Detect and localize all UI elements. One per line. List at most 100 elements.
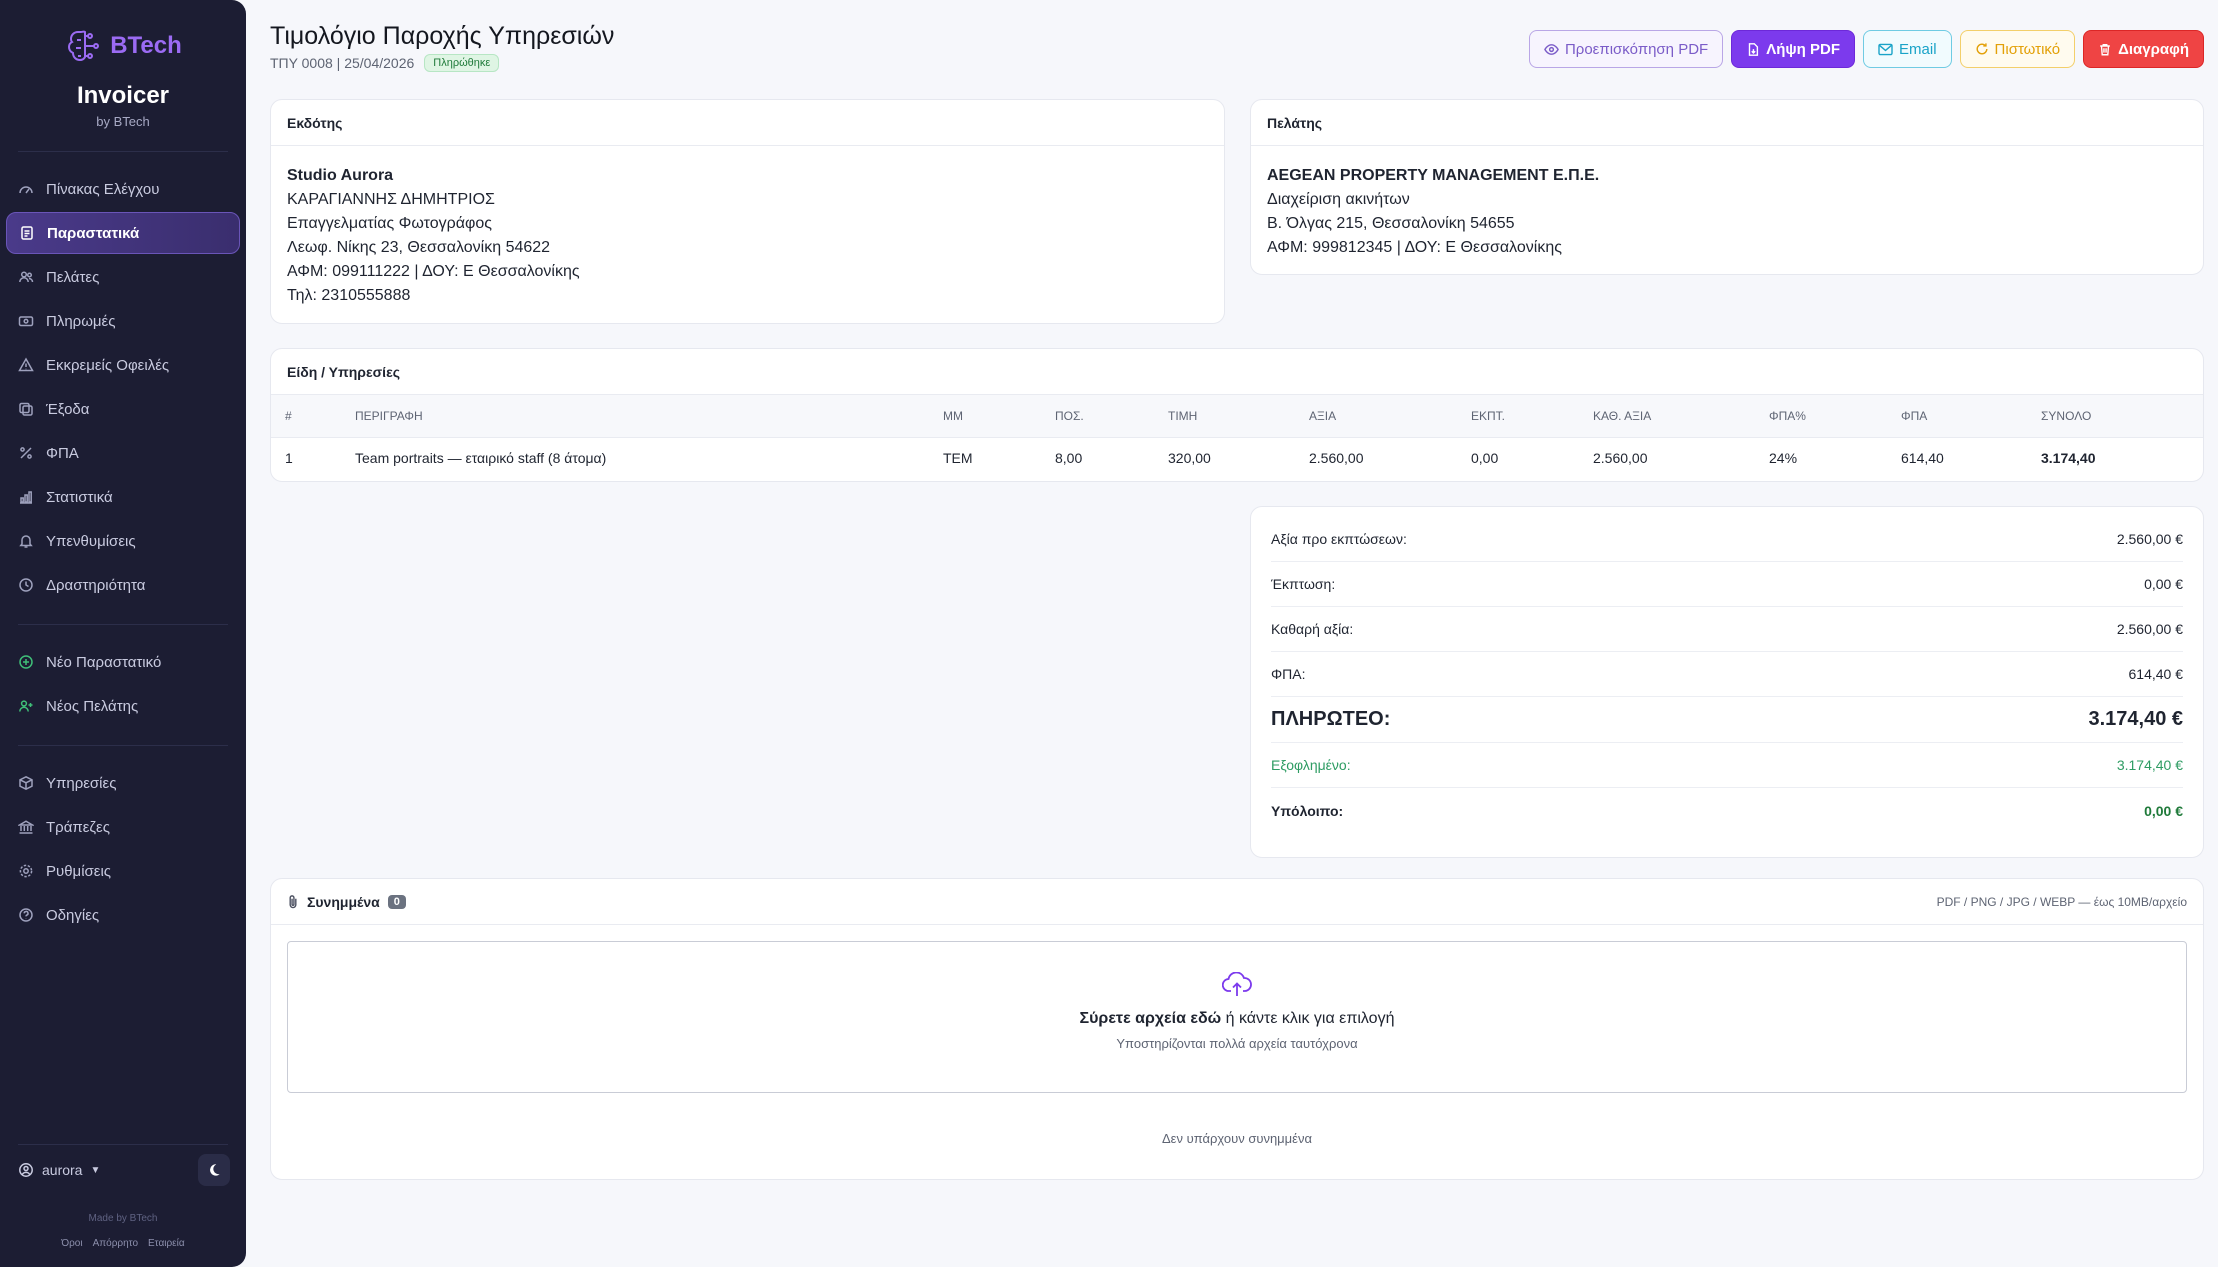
col-index: # — [271, 395, 341, 438]
client-line: Διαχείριση ακινήτων — [1267, 191, 1410, 208]
cell-vat-rate: 24% — [1769, 450, 1798, 467]
sidebar-item-new-client[interactable]: Νέος Πελάτης — [6, 685, 240, 727]
dropzone-subtext: Υποστηρίζονται πολλά αρχεία ταυτόχρονα — [1116, 1036, 1358, 1051]
user-plus-icon — [18, 698, 34, 714]
sidebar-footer: aurora ▼ Made by BTech Όροι Απόρρητο Ετα… — [0, 1144, 246, 1267]
col-vat-rate: ΦΠΑ% — [1755, 395, 1887, 438]
cell-quantity: 8,00 — [1055, 450, 1083, 467]
client-card: Πελάτης AEGEAN PROPERTY MANAGEMENT Ε.Π.Ε… — [1250, 99, 2204, 275]
attachments-heading: Συνημμένα — [307, 893, 380, 910]
theme-toggle-button[interactable] — [198, 1154, 230, 1186]
issuer-line: ΑΦΜ: 099111222 | ΔΟΥ: Ε Θεσσαλονίκης — [287, 263, 580, 280]
sidebar-item-reminders[interactable]: Υπενθυμίσεις — [6, 520, 240, 562]
client-line: ΑΦΜ: 999812345 | ΔΟΥ: Ε Θεσσαλονίκης — [1267, 239, 1562, 256]
totals-value: 0,00 € — [2144, 576, 2183, 592]
user-menu[interactable]: aurora ▼ — [18, 1162, 100, 1178]
help-icon — [18, 907, 34, 923]
sidebar-item-guide[interactable]: Οδηγίες — [6, 894, 240, 936]
col-discount: ΕΚΠΤ. — [1457, 395, 1579, 438]
col-quantity: ΠΟΣ. — [1041, 395, 1154, 438]
totals-row-balance: Υπόλοιπο: 0,00 € — [1271, 788, 2183, 833]
totals-label: Εξοφλημένο: — [1271, 757, 1351, 773]
items-card: Είδη / Υπηρεσίες # ΠΕΡΙΓΡΑΦΗ ΜΜ ΠΟΣ. ΤΙΜ… — [270, 348, 2204, 482]
totals-label: Υπόλοιπο: — [1271, 802, 1344, 819]
sidebar-item-stats[interactable]: Στατιστικά — [6, 476, 240, 518]
sidebar-item-clients[interactable]: Πελάτες — [6, 256, 240, 298]
delete-button[interactable]: Διαγραφή — [2083, 30, 2204, 68]
cell-price: 320,00 — [1168, 450, 1211, 467]
attachments-card: Συνημμένα 0 PDF / PNG / JPG / WEBP — έως… — [270, 878, 2204, 1180]
page-header: Τιμολόγιο Παροχής Υπηρεσιών ΤΠΥ 0008 | 2… — [270, 0, 2204, 88]
download-pdf-button[interactable]: Λήψη PDF — [1731, 30, 1856, 68]
empty-attachments-text: Δεν υπάρχουν συνημμένα — [1162, 1131, 1312, 1146]
caret-down-icon: ▼ — [90, 1164, 101, 1176]
attachments-format-hint: PDF / PNG / JPG / WEBP — έως 10MB/αρχείο — [1936, 894, 2187, 909]
client-line: Β. Όλγας 215, Θεσσαλονίκη 54655 — [1267, 215, 1515, 232]
document-number-date: ΤΠΥ 0008 | 25/04/2026 — [270, 55, 415, 71]
totals-row-discount: Έκπτωση: 0,00 € — [1271, 562, 2183, 607]
sidebar-item-settings[interactable]: Ρυθμίσεις — [6, 850, 240, 892]
col-value: ΑΞΙΑ — [1295, 395, 1457, 438]
sidebar-item-vat[interactable]: ΦΠΑ — [6, 432, 240, 474]
footer-link-company[interactable]: Εταιρεία — [148, 1238, 185, 1249]
brand: BTech Invoicer by BTech — [0, 0, 246, 129]
credit-note-button[interactable]: Πιστωτικό — [1959, 30, 2076, 68]
brand-logo[interactable]: BTech — [64, 26, 182, 66]
table-header-row: # ΠΕΡΙΓΡΑΦΗ ΜΜ ΠΟΣ. ΤΙΜΗ ΑΞΙΑ ΕΚΠΤ. ΚΑΘ.… — [271, 395, 2203, 438]
col-unit: ΜΜ — [929, 395, 1041, 438]
refresh-icon — [1976, 43, 1988, 55]
sidebar-item-label: Πληρωμές — [46, 312, 116, 330]
cell-index: 1 — [285, 450, 293, 467]
sidebar-item-payments[interactable]: Πληρωμές — [6, 300, 240, 342]
delete-label: Διαγραφή — [2118, 40, 2189, 58]
cell-net-value: 2.560,00 — [1593, 450, 1648, 467]
issuer-heading: Εκδότης — [271, 100, 1224, 146]
issuer-line: ΚΑΡΑΓΙΑΝΝΗΣ ΔΗΜΗΤΡΙΟΣ — [287, 191, 495, 208]
totals-value: 0,00 € — [2144, 802, 2183, 819]
table-row: 1 Team portraits — εταιρικό staff (8 άτο… — [271, 437, 2203, 479]
sidebar-item-dashboard[interactable]: Πίνακας Ελέγχου — [6, 168, 240, 210]
sidebar-item-documents[interactable]: Παραστατικά — [6, 212, 240, 254]
cell-discount: 0,00 — [1471, 450, 1499, 467]
attachments-title: Συνημμένα 0 — [287, 894, 406, 910]
sidebar-item-new-document[interactable]: Νέο Παραστατικό — [6, 641, 240, 683]
email-button[interactable]: Email — [1863, 30, 1952, 68]
file-dropzone[interactable]: Σύρετε αρχεία εδώ ή κάντε κλικ για επιλο… — [287, 941, 2187, 1093]
sidebar-item-outstanding[interactable]: Εκκρεμείς Οφειλές — [6, 344, 240, 386]
envelope-icon — [1878, 43, 1893, 55]
app-title: Invoicer — [76, 82, 170, 109]
brand-name: BTech — [110, 32, 182, 59]
paperclip-icon — [289, 895, 297, 909]
sidebar-item-services[interactable]: Υπηρεσίες — [6, 762, 240, 804]
sidebar-item-label: ΦΠΑ — [46, 444, 79, 462]
page-title: Τιμολόγιο Παροχής Υπηρεσιών — [270, 22, 615, 50]
sidebar-item-label: Δραστηριότητα — [46, 576, 146, 594]
sidebar-item-label: Οδηγίες — [46, 906, 100, 924]
moon-icon — [210, 1164, 220, 1176]
preview-pdf-button[interactable]: Προεπισκόπηση PDF — [1528, 30, 1724, 68]
items-table: # ΠΕΡΙΓΡΑΦΗ ΜΜ ΠΟΣ. ΤΙΜΗ ΑΞΙΑ ΕΚΠΤ. ΚΑΘ.… — [271, 395, 2203, 479]
preview-pdf-label: Προεπισκόπηση PDF — [1564, 40, 1709, 58]
footer-link-terms[interactable]: Όροι — [61, 1238, 82, 1249]
issuer-line: Τηλ: 2310555888 — [287, 287, 411, 304]
username: aurora — [42, 1162, 83, 1178]
sidebar-item-banks[interactable]: Τράπεζες — [6, 806, 240, 848]
cell-total: 3.174,40 — [2041, 450, 2096, 467]
made-by-text: Made by BTech — [88, 1213, 158, 1224]
dashboard-icon — [18, 181, 34, 197]
totals-card: Αξία προ εκπτώσεων: 2.560,00 € Έκπτωση: 0,… — [1250, 506, 2204, 858]
sidebar-item-label: Νέος Πελάτης — [46, 697, 139, 715]
sidebar-item-label: Τράπεζες — [46, 818, 110, 836]
footer-link-privacy[interactable]: Απόρρητο — [93, 1238, 138, 1249]
nav-settings: Υπηρεσίες Τράπεζες Ρυθμίσεις Οδηγίες — [0, 762, 246, 936]
sidebar-item-activity[interactable]: Δραστηριότητα — [6, 564, 240, 606]
user-row: aurora ▼ — [0, 1145, 246, 1195]
sidebar-item-label: Ρυθμίσεις — [46, 862, 112, 880]
sidebar-item-expenses[interactable]: Έξοδα — [6, 388, 240, 430]
issuer-name: Studio Aurora — [287, 167, 394, 184]
client-name: AEGEAN PROPERTY MANAGEMENT Ε.Π.Ε. — [1267, 167, 1600, 184]
main-content: Τιμολόγιο Παροχής Υπηρεσιών ΤΠΥ 0008 | 2… — [270, 0, 2204, 1180]
sidebar-item-label: Νέο Παραστατικό — [46, 653, 162, 671]
col-vat: ΦΠΑ — [1887, 395, 2027, 438]
gear-icon — [18, 863, 34, 879]
